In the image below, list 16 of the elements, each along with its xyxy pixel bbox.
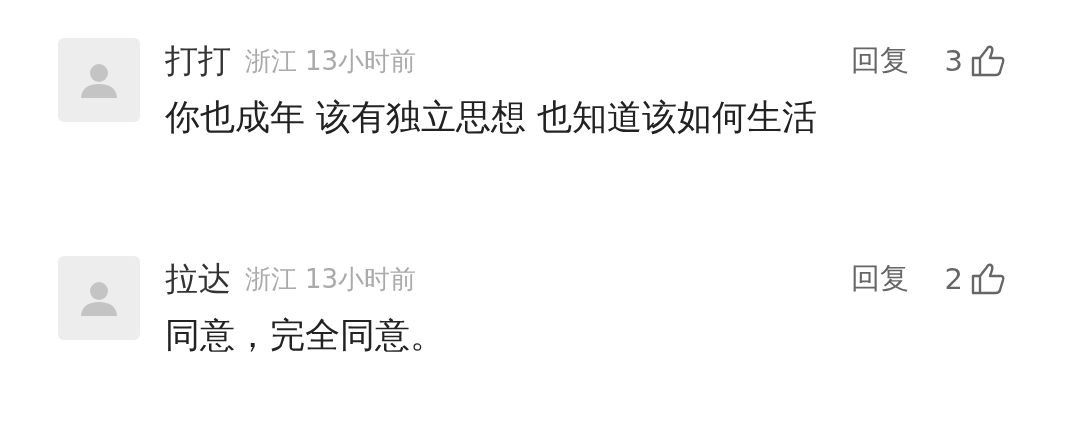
person-icon: [79, 62, 119, 98]
author-name[interactable]: 拉达: [165, 256, 231, 302]
like-count: 3: [944, 44, 963, 78]
thumbs-up-icon[interactable]: [971, 263, 1005, 295]
timestamp: 13小时前: [305, 44, 417, 78]
author-name[interactable]: 打打: [165, 38, 231, 84]
location: 浙江: [245, 44, 297, 78]
comment-text: 你也成年 该有独立思想 也知道该如何生活: [165, 96, 819, 139]
reply-button[interactable]: 回复: [850, 41, 909, 81]
comment-text: 同意，完全同意。: [165, 314, 446, 357]
person-icon: [79, 280, 119, 316]
timestamp: 13小时前: [305, 262, 417, 296]
reply-button[interactable]: 回复: [850, 259, 909, 299]
location: 浙江: [245, 262, 297, 296]
like-count: 2: [944, 262, 963, 296]
thumbs-up-icon[interactable]: [971, 45, 1005, 77]
